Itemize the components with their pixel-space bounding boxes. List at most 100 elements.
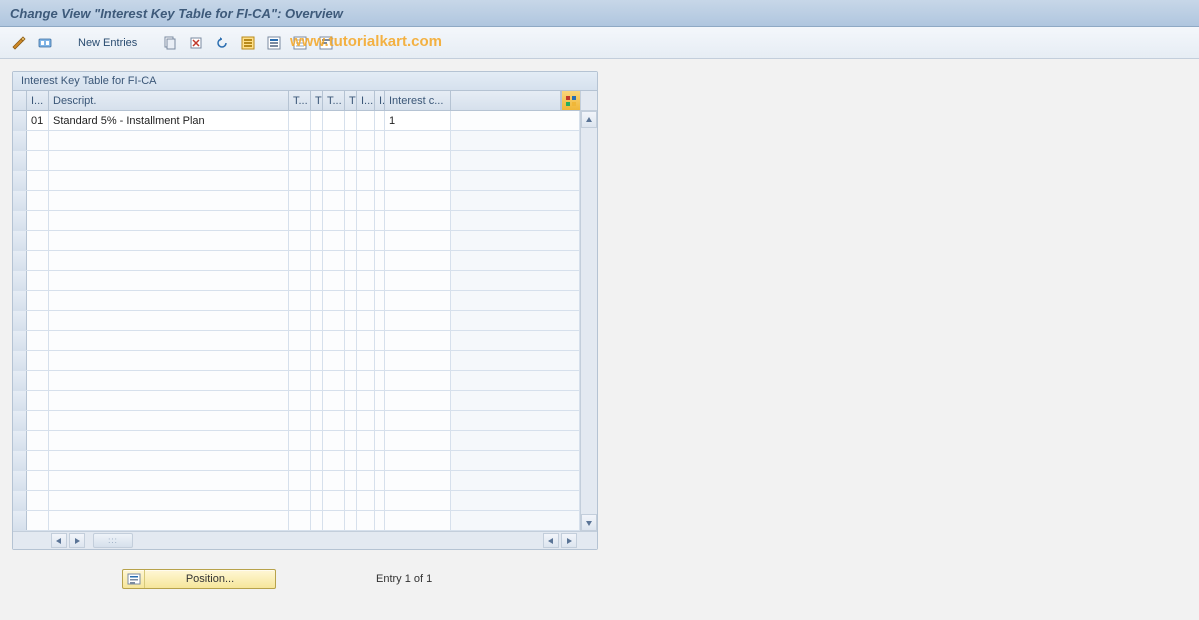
cell-t1[interactable] <box>289 331 311 350</box>
cell-t2[interactable] <box>311 131 323 150</box>
cell-t4[interactable] <box>345 251 357 270</box>
cell-key[interactable] <box>27 151 49 170</box>
cell-i2[interactable] <box>375 111 385 130</box>
table-config-icon[interactable] <box>561 91 580 110</box>
cell-desc[interactable] <box>49 291 289 310</box>
col-header-t4[interactable]: T <box>345 91 357 110</box>
cell-t2[interactable] <box>311 411 323 430</box>
row-marker[interactable] <box>13 451 27 470</box>
row-marker[interactable] <box>13 291 27 310</box>
cell-desc[interactable] <box>49 351 289 370</box>
cell-t1[interactable] <box>289 311 311 330</box>
toggle-display-change-icon[interactable] <box>8 32 30 54</box>
cell-i2[interactable] <box>375 331 385 350</box>
row-marker[interactable] <box>13 191 27 210</box>
row-marker[interactable] <box>13 251 27 270</box>
cell-intc[interactable] <box>385 431 451 450</box>
cell-t3[interactable] <box>323 451 345 470</box>
select-all-icon[interactable] <box>237 32 259 54</box>
cell-intc[interactable] <box>385 391 451 410</box>
row-marker[interactable] <box>13 391 27 410</box>
cell-t3[interactable] <box>323 471 345 490</box>
cell-i1[interactable] <box>357 451 375 470</box>
cell-t4[interactable] <box>345 211 357 230</box>
cell-key[interactable] <box>27 371 49 390</box>
cell-i1[interactable] <box>357 171 375 190</box>
cell-desc[interactable] <box>49 371 289 390</box>
cell-t1[interactable] <box>289 231 311 250</box>
cell-i1[interactable] <box>357 151 375 170</box>
cell-intc[interactable] <box>385 331 451 350</box>
cell-t2[interactable] <box>311 271 323 290</box>
cell-desc[interactable] <box>49 131 289 150</box>
cell-t1[interactable] <box>289 171 311 190</box>
cell-t2[interactable] <box>311 391 323 410</box>
cell-t2[interactable] <box>311 291 323 310</box>
cell-intc[interactable] <box>385 171 451 190</box>
cell-i2[interactable] <box>375 411 385 430</box>
cell-t2[interactable] <box>311 511 323 530</box>
cell-i1[interactable] <box>357 291 375 310</box>
col-header-interest-calc[interactable]: Interest c... <box>385 91 451 110</box>
cell-t1[interactable] <box>289 431 311 450</box>
cell-desc[interactable] <box>49 311 289 330</box>
cell-t3[interactable] <box>323 271 345 290</box>
cell-intc[interactable] <box>385 211 451 230</box>
cell-desc[interactable] <box>49 431 289 450</box>
cell-key[interactable] <box>27 291 49 310</box>
cell-i1[interactable] <box>357 211 375 230</box>
cell-intc[interactable]: 1 <box>385 111 451 130</box>
cell-t3[interactable] <box>323 111 345 130</box>
cell-key[interactable] <box>27 271 49 290</box>
row-marker[interactable] <box>13 371 27 390</box>
cell-t2[interactable] <box>311 471 323 490</box>
cell-i1[interactable] <box>357 331 375 350</box>
cell-desc[interactable] <box>49 191 289 210</box>
print-icon[interactable] <box>315 32 337 54</box>
cell-intc[interactable] <box>385 231 451 250</box>
cell-t3[interactable] <box>323 391 345 410</box>
cell-desc[interactable] <box>49 451 289 470</box>
cell-desc[interactable] <box>49 171 289 190</box>
deselect-all-icon[interactable] <box>289 32 311 54</box>
select-block-icon[interactable] <box>263 32 285 54</box>
vertical-scrollbar[interactable] <box>580 91 597 531</box>
cell-t2[interactable] <box>311 191 323 210</box>
cell-intc[interactable] <box>385 371 451 390</box>
cell-i2[interactable] <box>375 471 385 490</box>
cell-intc[interactable] <box>385 451 451 470</box>
cell-i1[interactable] <box>357 391 375 410</box>
cell-t3[interactable] <box>323 371 345 390</box>
cell-i1[interactable] <box>357 251 375 270</box>
scroll-left-icon[interactable] <box>51 533 67 548</box>
other-view-icon[interactable] <box>34 32 56 54</box>
row-marker[interactable] <box>13 431 27 450</box>
cell-t1[interactable] <box>289 451 311 470</box>
cell-t2[interactable] <box>311 231 323 250</box>
cell-t1[interactable] <box>289 391 311 410</box>
cell-t1[interactable] <box>289 291 311 310</box>
cell-i1[interactable] <box>357 431 375 450</box>
cell-t4[interactable] <box>345 491 357 510</box>
cell-t3[interactable] <box>323 131 345 150</box>
cell-t1[interactable] <box>289 151 311 170</box>
cell-desc[interactable] <box>49 251 289 270</box>
cell-t2[interactable] <box>311 171 323 190</box>
cell-t3[interactable] <box>323 311 345 330</box>
cell-key[interactable] <box>27 491 49 510</box>
copy-as-icon[interactable] <box>159 32 181 54</box>
cell-i1[interactable] <box>357 311 375 330</box>
cell-i2[interactable] <box>375 191 385 210</box>
cell-t4[interactable] <box>345 311 357 330</box>
cell-t4[interactable] <box>345 351 357 370</box>
row-marker[interactable] <box>13 211 27 230</box>
row-marker[interactable] <box>13 271 27 290</box>
row-marker[interactable] <box>13 491 27 510</box>
cell-intc[interactable] <box>385 151 451 170</box>
cell-i2[interactable] <box>375 231 385 250</box>
row-marker[interactable] <box>13 131 27 150</box>
cell-t3[interactable] <box>323 151 345 170</box>
cell-intc[interactable] <box>385 191 451 210</box>
row-marker[interactable] <box>13 471 27 490</box>
cell-t4[interactable] <box>345 271 357 290</box>
